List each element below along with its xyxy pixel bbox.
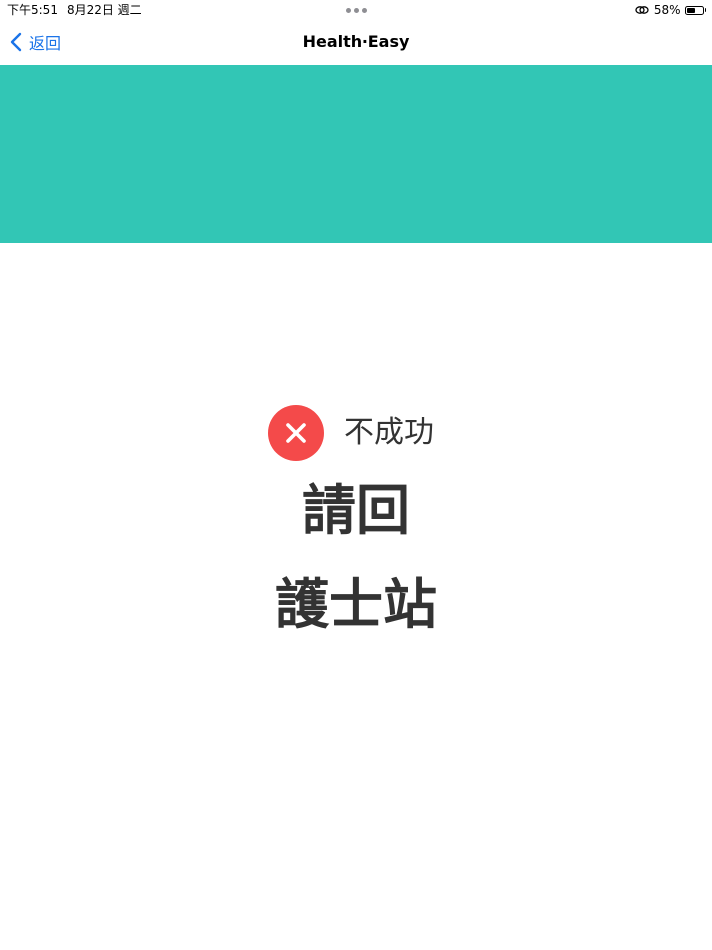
result-status: 不成功 — [268, 405, 434, 461]
battery-nub — [704, 8, 706, 12]
status-date: 8月22日 週二 — [66, 3, 142, 17]
battery-icon — [684, 5, 704, 15]
multitasking-dots-icon[interactable] — [346, 8, 368, 13]
battery-fill — [686, 7, 696, 13]
screen: 下午5:51 8月22日 週二 58% 返回 Health‧Easy 不成功 請… — [0, 0, 712, 950]
result-status-label: 不成功 — [344, 415, 434, 450]
status-time: 下午5:51 — [7, 3, 58, 17]
link-icon — [635, 6, 649, 14]
close-icon — [268, 405, 324, 461]
instruction-line-1: 請回 — [302, 479, 410, 542]
page-title: Health‧Easy — [302, 32, 410, 51]
battery-percent: 58% — [653, 3, 681, 17]
status-bar: 下午5:51 8月22日 週二 58% — [0, 0, 712, 20]
close-icon-glyph — [286, 423, 306, 443]
instruction-line-2: 護士站 — [275, 573, 437, 636]
nav-bar: 返回 Health‧Easy — [0, 20, 712, 65]
status-indicators: 58% — [635, 2, 706, 18]
status-time-date: 下午5:51 8月22日 週二 — [7, 2, 151, 18]
header-banner — [0, 65, 712, 243]
